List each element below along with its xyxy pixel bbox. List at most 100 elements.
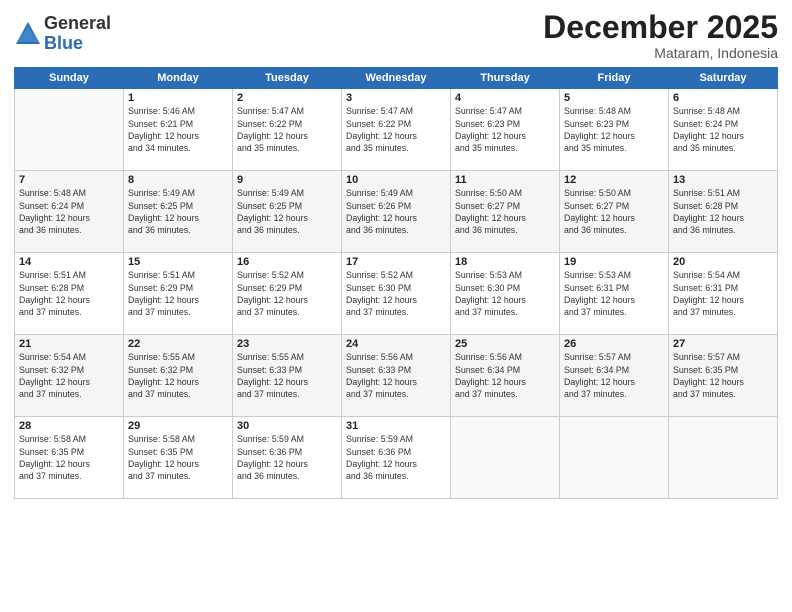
day-cell: 22Sunrise: 5:55 AM Sunset: 6:32 PM Dayli… bbox=[124, 335, 233, 417]
day-info: Sunrise: 5:51 AM Sunset: 6:29 PM Dayligh… bbox=[128, 269, 228, 318]
day-number: 11 bbox=[455, 174, 555, 186]
day-cell: 8Sunrise: 5:49 AM Sunset: 6:25 PM Daylig… bbox=[124, 171, 233, 253]
day-number: 14 bbox=[19, 256, 119, 268]
weekday-header-saturday: Saturday bbox=[669, 68, 778, 89]
day-number: 4 bbox=[455, 92, 555, 104]
weekday-header-row: SundayMondayTuesdayWednesdayThursdayFrid… bbox=[15, 68, 778, 89]
day-cell: 27Sunrise: 5:57 AM Sunset: 6:35 PM Dayli… bbox=[669, 335, 778, 417]
day-cell bbox=[15, 89, 124, 171]
day-number: 6 bbox=[673, 92, 773, 104]
day-cell: 19Sunrise: 5:53 AM Sunset: 6:31 PM Dayli… bbox=[560, 253, 669, 335]
day-cell: 29Sunrise: 5:58 AM Sunset: 6:35 PM Dayli… bbox=[124, 417, 233, 499]
day-cell: 31Sunrise: 5:59 AM Sunset: 6:36 PM Dayli… bbox=[342, 417, 451, 499]
month-title: December 2025 bbox=[543, 10, 778, 45]
day-number: 2 bbox=[237, 92, 337, 104]
day-cell: 6Sunrise: 5:48 AM Sunset: 6:24 PM Daylig… bbox=[669, 89, 778, 171]
day-cell: 16Sunrise: 5:52 AM Sunset: 6:29 PM Dayli… bbox=[233, 253, 342, 335]
week-row-4: 21Sunrise: 5:54 AM Sunset: 6:32 PM Dayli… bbox=[15, 335, 778, 417]
day-cell: 15Sunrise: 5:51 AM Sunset: 6:29 PM Dayli… bbox=[124, 253, 233, 335]
day-info: Sunrise: 5:59 AM Sunset: 6:36 PM Dayligh… bbox=[346, 433, 446, 482]
day-info: Sunrise: 5:48 AM Sunset: 6:24 PM Dayligh… bbox=[19, 187, 119, 236]
day-number: 23 bbox=[237, 338, 337, 350]
weekday-header-sunday: Sunday bbox=[15, 68, 124, 89]
day-cell: 20Sunrise: 5:54 AM Sunset: 6:31 PM Dayli… bbox=[669, 253, 778, 335]
day-info: Sunrise: 5:50 AM Sunset: 6:27 PM Dayligh… bbox=[455, 187, 555, 236]
day-info: Sunrise: 5:52 AM Sunset: 6:30 PM Dayligh… bbox=[346, 269, 446, 318]
week-row-2: 7Sunrise: 5:48 AM Sunset: 6:24 PM Daylig… bbox=[15, 171, 778, 253]
day-number: 10 bbox=[346, 174, 446, 186]
header: General Blue December 2025 Mataram, Indo… bbox=[14, 10, 778, 61]
day-info: Sunrise: 5:49 AM Sunset: 6:26 PM Dayligh… bbox=[346, 187, 446, 236]
day-cell: 25Sunrise: 5:56 AM Sunset: 6:34 PM Dayli… bbox=[451, 335, 560, 417]
day-number: 17 bbox=[346, 256, 446, 268]
day-info: Sunrise: 5:56 AM Sunset: 6:33 PM Dayligh… bbox=[346, 351, 446, 400]
day-number: 12 bbox=[564, 174, 664, 186]
day-cell: 10Sunrise: 5:49 AM Sunset: 6:26 PM Dayli… bbox=[342, 171, 451, 253]
day-info: Sunrise: 5:49 AM Sunset: 6:25 PM Dayligh… bbox=[237, 187, 337, 236]
day-cell: 21Sunrise: 5:54 AM Sunset: 6:32 PM Dayli… bbox=[15, 335, 124, 417]
day-info: Sunrise: 5:57 AM Sunset: 6:34 PM Dayligh… bbox=[564, 351, 664, 400]
day-number: 9 bbox=[237, 174, 337, 186]
weekday-header-monday: Monday bbox=[124, 68, 233, 89]
day-info: Sunrise: 5:57 AM Sunset: 6:35 PM Dayligh… bbox=[673, 351, 773, 400]
day-number: 26 bbox=[564, 338, 664, 350]
day-cell: 18Sunrise: 5:53 AM Sunset: 6:30 PM Dayli… bbox=[451, 253, 560, 335]
day-cell: 13Sunrise: 5:51 AM Sunset: 6:28 PM Dayli… bbox=[669, 171, 778, 253]
week-row-3: 14Sunrise: 5:51 AM Sunset: 6:28 PM Dayli… bbox=[15, 253, 778, 335]
day-cell: 9Sunrise: 5:49 AM Sunset: 6:25 PM Daylig… bbox=[233, 171, 342, 253]
day-number: 24 bbox=[346, 338, 446, 350]
day-info: Sunrise: 5:51 AM Sunset: 6:28 PM Dayligh… bbox=[19, 269, 119, 318]
day-cell: 17Sunrise: 5:52 AM Sunset: 6:30 PM Dayli… bbox=[342, 253, 451, 335]
day-number: 21 bbox=[19, 338, 119, 350]
day-info: Sunrise: 5:54 AM Sunset: 6:31 PM Dayligh… bbox=[673, 269, 773, 318]
day-number: 18 bbox=[455, 256, 555, 268]
day-info: Sunrise: 5:50 AM Sunset: 6:27 PM Dayligh… bbox=[564, 187, 664, 236]
day-info: Sunrise: 5:59 AM Sunset: 6:36 PM Dayligh… bbox=[237, 433, 337, 482]
day-cell bbox=[451, 417, 560, 499]
weekday-header-thursday: Thursday bbox=[451, 68, 560, 89]
day-number: 1 bbox=[128, 92, 228, 104]
day-cell: 1Sunrise: 5:46 AM Sunset: 6:21 PM Daylig… bbox=[124, 89, 233, 171]
day-cell: 3Sunrise: 5:47 AM Sunset: 6:22 PM Daylig… bbox=[342, 89, 451, 171]
day-number: 30 bbox=[237, 420, 337, 432]
day-number: 8 bbox=[128, 174, 228, 186]
day-cell: 30Sunrise: 5:59 AM Sunset: 6:36 PM Dayli… bbox=[233, 417, 342, 499]
day-cell: 23Sunrise: 5:55 AM Sunset: 6:33 PM Dayli… bbox=[233, 335, 342, 417]
week-row-1: 1Sunrise: 5:46 AM Sunset: 6:21 PM Daylig… bbox=[15, 89, 778, 171]
page: General Blue December 2025 Mataram, Indo… bbox=[0, 0, 792, 612]
logo-icon bbox=[14, 20, 42, 48]
day-number: 15 bbox=[128, 256, 228, 268]
week-row-5: 28Sunrise: 5:58 AM Sunset: 6:35 PM Dayli… bbox=[15, 417, 778, 499]
day-cell: 24Sunrise: 5:56 AM Sunset: 6:33 PM Dayli… bbox=[342, 335, 451, 417]
day-info: Sunrise: 5:48 AM Sunset: 6:23 PM Dayligh… bbox=[564, 105, 664, 154]
day-number: 13 bbox=[673, 174, 773, 186]
day-cell: 5Sunrise: 5:48 AM Sunset: 6:23 PM Daylig… bbox=[560, 89, 669, 171]
weekday-header-wednesday: Wednesday bbox=[342, 68, 451, 89]
day-number: 27 bbox=[673, 338, 773, 350]
logo-general: General bbox=[44, 14, 111, 34]
logo-blue: Blue bbox=[44, 34, 111, 54]
day-info: Sunrise: 5:54 AM Sunset: 6:32 PM Dayligh… bbox=[19, 351, 119, 400]
day-info: Sunrise: 5:56 AM Sunset: 6:34 PM Dayligh… bbox=[455, 351, 555, 400]
logo-text: General Blue bbox=[44, 14, 111, 54]
location-subtitle: Mataram, Indonesia bbox=[543, 45, 778, 61]
day-number: 20 bbox=[673, 256, 773, 268]
day-info: Sunrise: 5:46 AM Sunset: 6:21 PM Dayligh… bbox=[128, 105, 228, 154]
day-number: 25 bbox=[455, 338, 555, 350]
day-info: Sunrise: 5:49 AM Sunset: 6:25 PM Dayligh… bbox=[128, 187, 228, 236]
day-number: 5 bbox=[564, 92, 664, 104]
day-cell: 11Sunrise: 5:50 AM Sunset: 6:27 PM Dayli… bbox=[451, 171, 560, 253]
day-number: 29 bbox=[128, 420, 228, 432]
calendar-table: SundayMondayTuesdayWednesdayThursdayFrid… bbox=[14, 67, 778, 499]
day-number: 7 bbox=[19, 174, 119, 186]
day-info: Sunrise: 5:47 AM Sunset: 6:23 PM Dayligh… bbox=[455, 105, 555, 154]
day-info: Sunrise: 5:58 AM Sunset: 6:35 PM Dayligh… bbox=[19, 433, 119, 482]
day-cell: 7Sunrise: 5:48 AM Sunset: 6:24 PM Daylig… bbox=[15, 171, 124, 253]
day-info: Sunrise: 5:53 AM Sunset: 6:30 PM Dayligh… bbox=[455, 269, 555, 318]
weekday-header-tuesday: Tuesday bbox=[233, 68, 342, 89]
day-cell bbox=[669, 417, 778, 499]
day-info: Sunrise: 5:47 AM Sunset: 6:22 PM Dayligh… bbox=[237, 105, 337, 154]
day-number: 16 bbox=[237, 256, 337, 268]
day-info: Sunrise: 5:52 AM Sunset: 6:29 PM Dayligh… bbox=[237, 269, 337, 318]
day-info: Sunrise: 5:58 AM Sunset: 6:35 PM Dayligh… bbox=[128, 433, 228, 482]
